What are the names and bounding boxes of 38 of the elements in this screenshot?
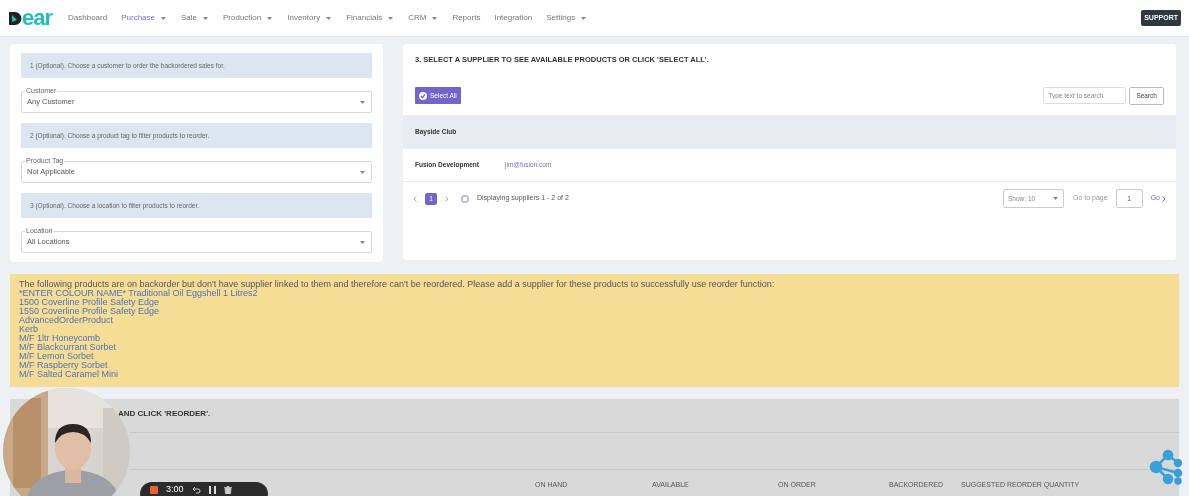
nav-link[interactable]: Dashboard [68,12,108,24]
product-link[interactable]: M/F Raspberry Sorbet [19,361,108,370]
product-link[interactable]: *ENTER COLOUR NAME* Traditional Oil Eggshell 1 Litres2 [19,289,258,298]
caret-icon [1052,196,1059,201]
product-link[interactable]: M/F Salted Caramel Mini [19,370,119,379]
section-title: AND CLICK 'REORDER'. [118,408,211,420]
product-link[interactable]: 1550 Coverline Profile Safety Edge [19,307,160,316]
nav-link[interactable]: Purchase [121,12,167,24]
nav-link[interactable]: CRM [408,12,439,24]
product-link[interactable]: Kerb [19,325,38,334]
stop-button[interactable] [150,486,158,494]
chevron-right-icon [1162,195,1166,202]
nav-link[interactable]: Production [223,12,274,24]
chevron-right-icon[interactable] [445,195,449,202]
check-circle-icon [419,91,427,100]
warning-message: The following products are on backorder but don't have supplier linked to them and therefore can't be reordered. Please add a supplier for these products to successfully use reorder function: [19,280,776,289]
recording-time: 3:00 [166,483,184,496]
product-link[interactable]: M/F 1ltr Honeycomb [19,334,101,343]
trash-icon[interactable] [223,486,232,494]
caret-icon [359,239,366,245]
chevron-left-icon[interactable] [413,195,417,202]
nav-link[interactable]: Sale [181,12,209,24]
nav-link[interactable]: Inventory [287,12,333,24]
product-link[interactable]: M/F Blackcurrant Sorbet [19,343,117,352]
caret-icon [359,169,366,175]
undo-icon[interactable] [191,486,201,494]
product-link[interactable]: 1500 Coverline Profile Safety Edge [19,298,160,307]
caret-icon [359,99,366,105]
nav-link[interactable]: Integration [494,12,533,24]
logo-text: ear [22,7,53,29]
network-logo-icon [1148,449,1184,485]
nav-link[interactable]: Settings [546,12,588,24]
product-link[interactable]: M/F Lemon Sorbet [19,352,94,361]
pause-icon[interactable] [208,486,216,494]
nav-link[interactable]: Reports [452,12,481,24]
nav-link[interactable]: Financials [346,12,395,24]
product-link[interactable]: AdvancedOrderProduct [19,316,114,325]
logo-mark-icon [8,10,22,26]
